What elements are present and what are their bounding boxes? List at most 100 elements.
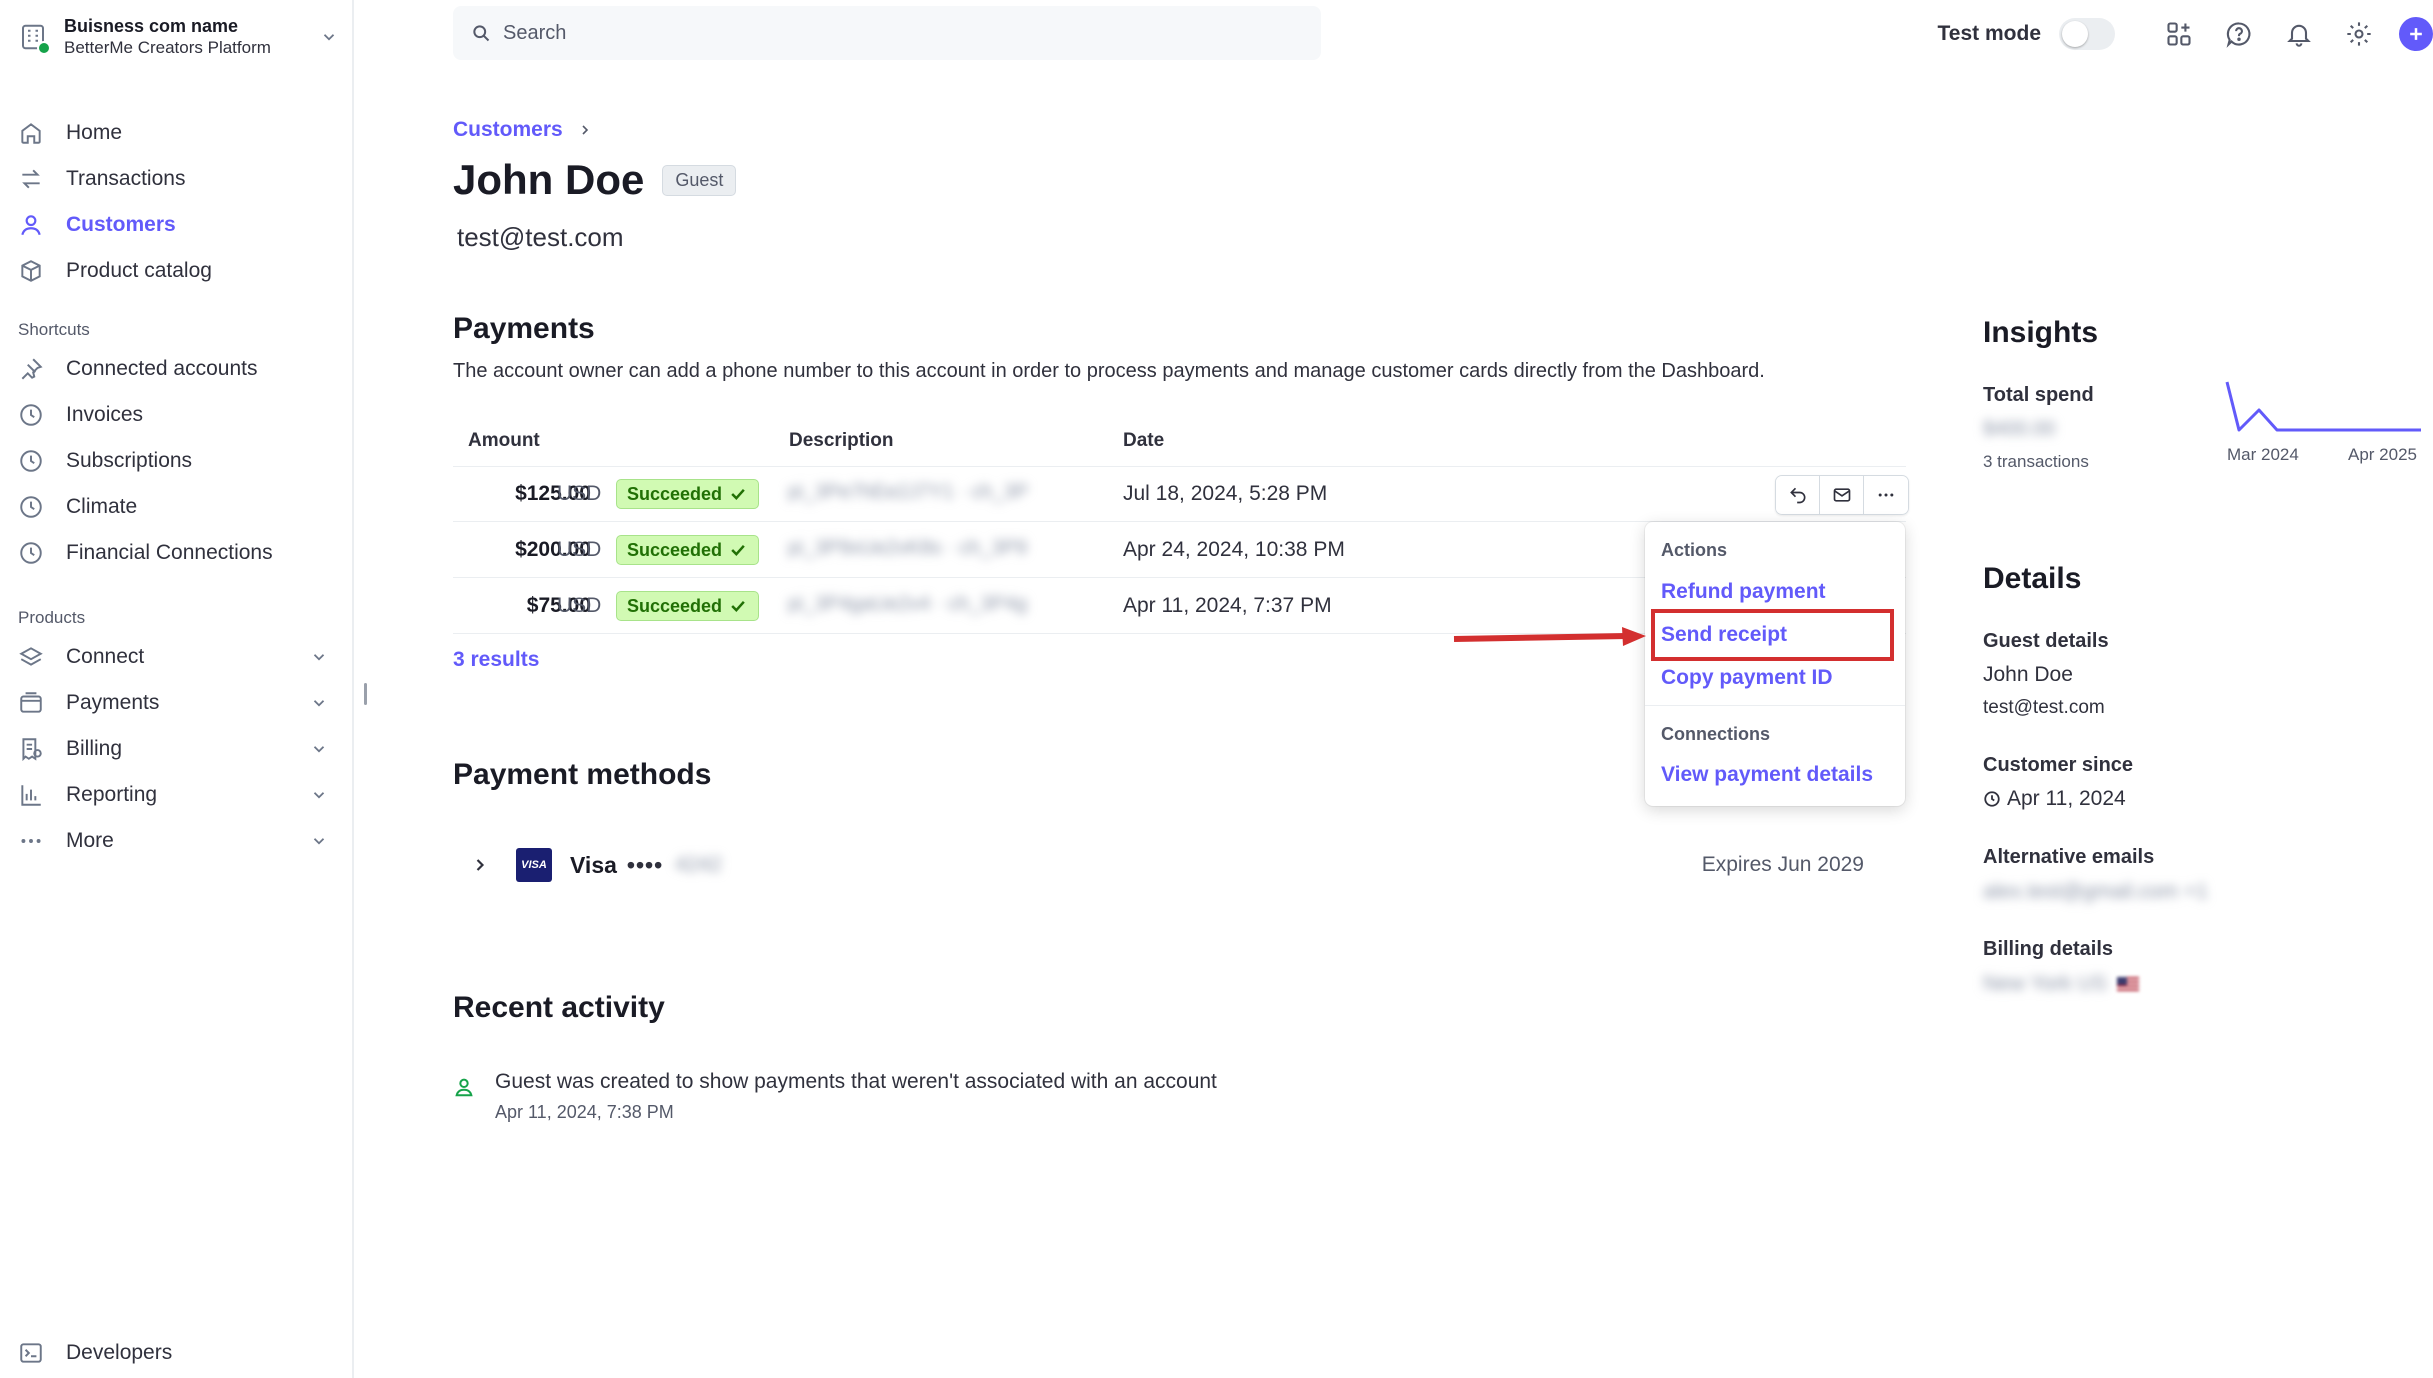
annotation-arrow-icon (1453, 627, 1646, 646)
sidebar-item-financial-connections[interactable]: Financial Connections (18, 530, 338, 576)
sidebar-item-label: Customers (66, 213, 176, 236)
payment-description: pi_3Pe7hEe2J7Y1 · ch_3P (788, 481, 1029, 503)
card-mask: •••• (626, 851, 664, 878)
annotation-highlight-box (1651, 609, 1894, 661)
sidebar-item-more[interactable]: More (18, 818, 338, 864)
sidebar-item-product-catalog[interactable]: Product catalog (18, 248, 338, 294)
guest-details-label: Guest details (1983, 630, 2109, 652)
search-bar[interactable] (453, 6, 1321, 60)
sidebar-item-climate[interactable]: Climate (18, 484, 338, 530)
home-icon (18, 120, 44, 146)
activity-text: Guest was created to show payments that … (495, 1070, 1217, 1093)
chevron-down-icon (313, 792, 325, 799)
create-plus-button[interactable] (2399, 17, 2433, 51)
status-label: Succeeded (627, 595, 723, 616)
payment-description: pi_3P9xUe2vK8s · ch_3P9 (788, 537, 1028, 559)
sidebar-item-customers[interactable]: Customers (18, 202, 338, 248)
more-actions-button[interactable] (1864, 476, 1908, 514)
status-badge: Succeeded (616, 535, 760, 565)
visa-card-icon: VISA (516, 848, 552, 882)
apps-icon[interactable] (2164, 19, 2194, 49)
chevron-down-icon (313, 700, 325, 707)
sidebar-item-subscriptions[interactable]: Subscriptions (18, 438, 338, 484)
send-receipt-button[interactable] (1820, 476, 1864, 514)
platform-name: BetterMe Creators Platform (64, 37, 271, 57)
customer-since-row: Apr 11, 2024 (1983, 787, 2126, 811)
pin-icon (18, 356, 44, 382)
column-date: Date (1123, 430, 1165, 451)
gear-icon[interactable] (2344, 19, 2374, 49)
sidebar-item-label: Home (66, 121, 123, 144)
status-label: Succeeded (627, 483, 723, 504)
sidebar-item-home[interactable]: Home (18, 110, 338, 156)
chevron-right-icon[interactable] (470, 855, 490, 875)
user-icon (455, 1078, 473, 1097)
payment-date: Apr 24, 2024, 10:38 PM (1123, 538, 1345, 561)
search-input[interactable] (503, 21, 1283, 45)
sidebar-item-label: Connected accounts (66, 357, 258, 380)
results-count-link[interactable]: 3 results (453, 648, 539, 672)
test-mode-toggle[interactable] (2059, 18, 2115, 50)
terminal-icon (18, 1340, 44, 1366)
sidebar-item-billing[interactable]: Billing (18, 726, 338, 772)
sidebar-item-invoices[interactable]: Invoices (18, 392, 338, 438)
clock-icon (18, 402, 44, 428)
sidebar-item-connected-accounts[interactable]: Connected accounts (18, 346, 338, 392)
sidebar-resize-handle[interactable] (364, 683, 367, 705)
sidebar-item-developers[interactable]: Developers (18, 1330, 338, 1376)
sidebar-item-connect[interactable]: Connect (18, 634, 338, 680)
breadcrumb: Customers (453, 118, 593, 142)
sidebar-item-transactions[interactable]: Transactions (18, 156, 338, 202)
mail-icon (1833, 488, 1850, 502)
menu-actions-heading: Actions (1661, 540, 1728, 560)
developers-nav: Developers (18, 1330, 338, 1376)
spend-sparkline (2225, 381, 2421, 432)
sparkline-line (2225, 381, 2421, 432)
payments-description: The account owner can add a phone number… (453, 360, 1765, 382)
sidebar-item-payments[interactable]: Payments (18, 680, 338, 726)
account-switcher[interactable]: Buisness com name BetterMe Creators Plat… (18, 12, 338, 62)
card-expiry: Expires Jun 2029 (1701, 853, 1864, 876)
main-nav: Home Transactions Customers Product cata… (18, 110, 338, 864)
chevron-down-icon (313, 654, 325, 661)
menu-item-copy-payment-id[interactable]: Copy payment ID (1661, 666, 1833, 690)
sidebar-item-reporting[interactable]: Reporting (18, 772, 338, 818)
card-last4: 4242 (675, 853, 722, 876)
sidebar-item-label: Billing (66, 737, 123, 760)
help-icon[interactable] (2224, 19, 2254, 49)
status-dot (37, 41, 51, 55)
shortcuts-heading: Shortcuts (18, 320, 90, 339)
payment-currency: USD (557, 594, 602, 617)
clock-icon (1984, 791, 2000, 807)
customer-since-label: Customer since (1983, 754, 2134, 776)
chevron-right-icon (582, 125, 588, 135)
topbar-actions: Test mode (1938, 14, 2433, 54)
ellipsis-icon (18, 828, 44, 854)
activity-content: Guest was created to show payments that … (495, 1070, 1217, 1123)
breadcrumb-customers-link[interactable]: Customers (453, 118, 563, 142)
check-icon (731, 544, 745, 556)
activity-time: Apr 11, 2024, 7:38 PM (495, 1102, 674, 1122)
payment-currency: USD (557, 482, 602, 505)
customer-email: test@test.com (457, 222, 624, 252)
menu-item-refund-payment[interactable]: Refund payment (1661, 580, 1826, 604)
table-row[interactable]: $125.00 USD Succeeded pi_3Pe7hEe2J7Y1 · … (453, 467, 1909, 522)
payment-date: Apr 11, 2024, 7:37 PM (1123, 594, 1332, 617)
check-icon (731, 488, 745, 500)
sidebar-item-label: Invoices (66, 403, 144, 426)
payment-method-row[interactable]: VISA Visa •••• 4242 Expires Jun 2029 (470, 840, 1890, 890)
menu-connections-heading: Connections (1661, 724, 1771, 744)
bell-icon[interactable] (2284, 19, 2314, 49)
menu-divider (1645, 705, 1905, 706)
sidebar-item-label: Transactions (66, 167, 186, 190)
account-names: Buisness com name BetterMe Creators Plat… (64, 16, 320, 58)
products-heading: Products (18, 608, 86, 627)
bar-chart-icon (18, 782, 44, 808)
sidebar-item-label: Financial Connections (66, 541, 273, 564)
refund-button[interactable] (1776, 476, 1820, 514)
chevron-down-icon (313, 746, 325, 753)
payment-description: pi_3P4gaUe2v4 · ch_3P4g (788, 593, 1028, 615)
chevron-down-icon (313, 838, 325, 845)
sidebar-item-label: Reporting (66, 783, 158, 806)
menu-item-view-payment-details[interactable]: View payment details (1661, 763, 1873, 787)
